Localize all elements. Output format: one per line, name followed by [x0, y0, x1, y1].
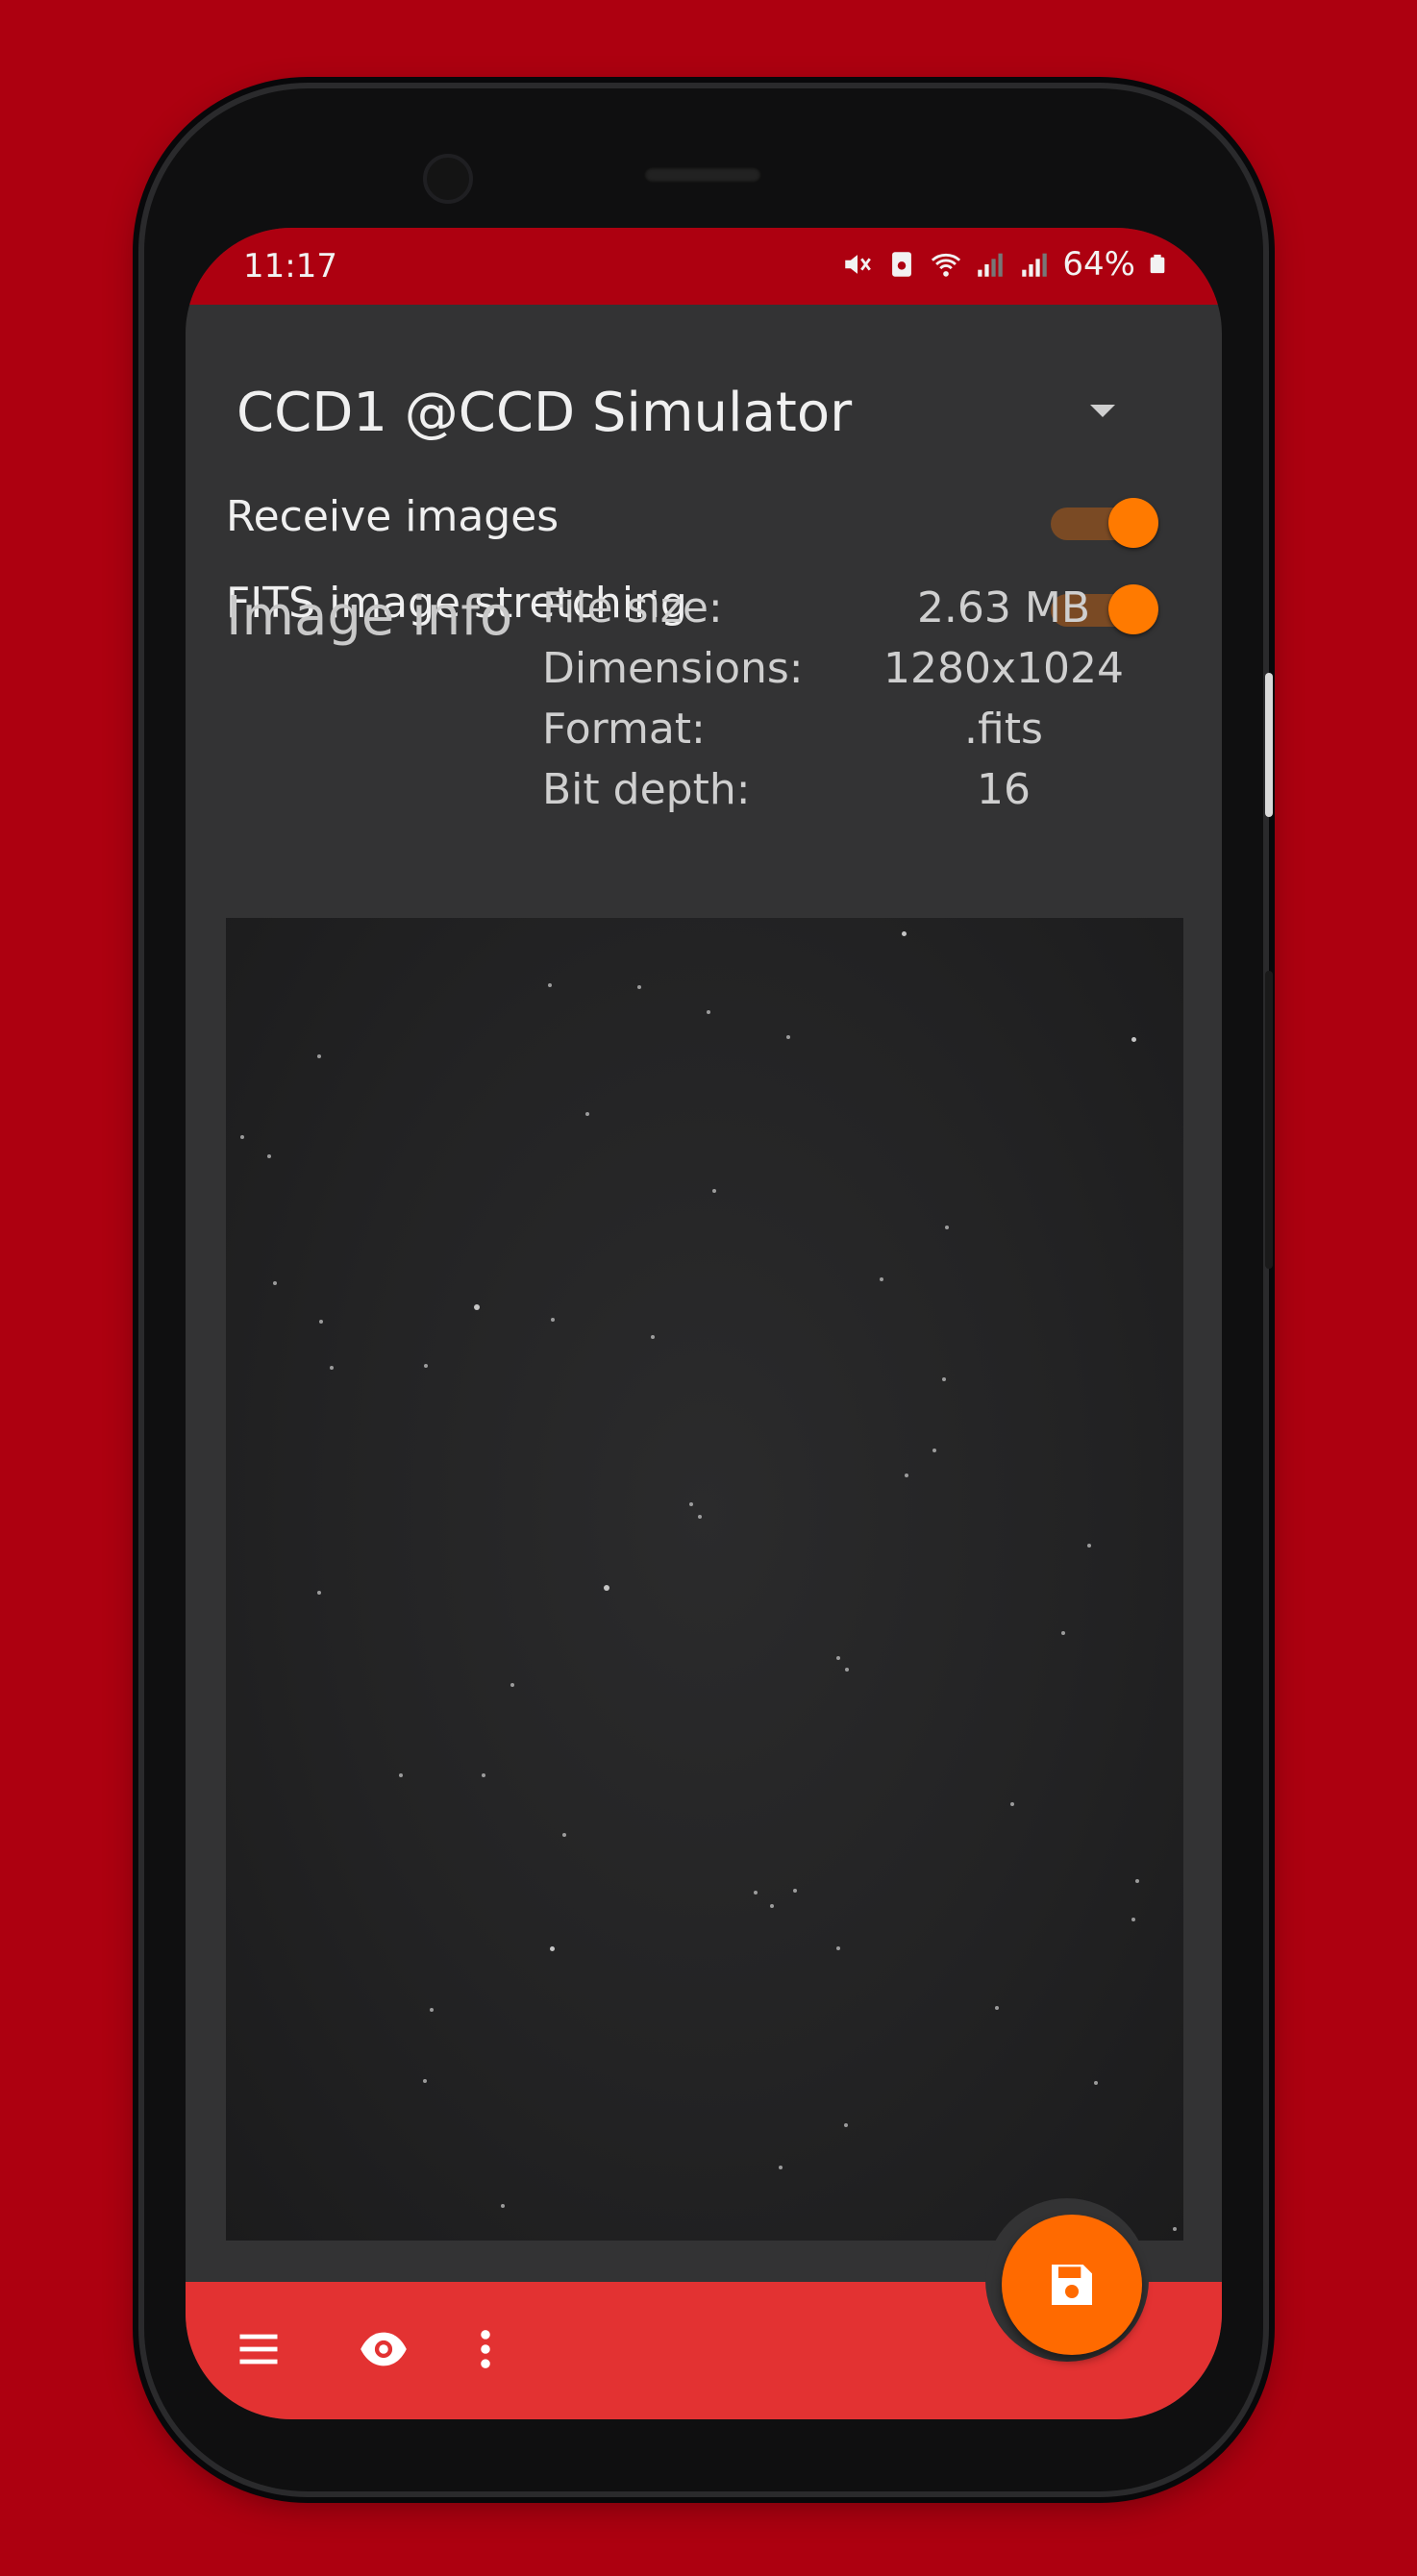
wifi-icon: [932, 253, 961, 277]
star: [1131, 1037, 1136, 1042]
star: [510, 1683, 514, 1687]
star: [240, 1135, 244, 1139]
star: [836, 1946, 840, 1950]
star: [786, 1035, 790, 1039]
star: [474, 1304, 480, 1310]
info-row: Dimensions: 1280x1024: [542, 644, 1157, 705]
image-info-title: Image info: [226, 585, 513, 648]
star: [1010, 1802, 1014, 1806]
star: [501, 2204, 505, 2208]
menu-icon[interactable]: [234, 2324, 284, 2374]
star: [1094, 2081, 1098, 2085]
info-key: Bit depth:: [542, 765, 751, 814]
status-time: 11:17: [243, 247, 337, 285]
info-value: 2.63 MB: [916, 583, 1091, 632]
earpiece: [644, 167, 761, 183]
star: [932, 1449, 936, 1452]
star: [424, 1364, 428, 1368]
signal-icon: [978, 253, 1004, 277]
star: [423, 2079, 427, 2083]
star: [793, 1889, 797, 1893]
battery-percent: 64%: [1062, 245, 1135, 284]
info-value: 1280x1024: [883, 644, 1124, 693]
dropdown-arrow-icon: [1090, 405, 1115, 417]
status-bar: 11:17 64%: [186, 228, 1222, 305]
star: [267, 1154, 271, 1158]
more-vertical-icon[interactable]: [472, 2324, 499, 2374]
info-row: File size: 2.63 MB: [542, 583, 1157, 644]
mute-icon: [845, 255, 872, 274]
star: [482, 1773, 485, 1777]
info-key: Dimensions:: [542, 644, 804, 693]
info-row: Format: .fits: [542, 705, 1157, 765]
battery-saver-icon: [892, 252, 912, 277]
star: [880, 1277, 883, 1281]
star: [399, 1773, 403, 1777]
star: [1131, 1918, 1135, 1921]
star: [319, 1320, 323, 1324]
signal-icon: [1022, 253, 1048, 277]
front-camera: [423, 154, 473, 204]
save-image-button[interactable]: [1002, 2215, 1142, 2355]
star: [754, 1891, 758, 1895]
star: [1135, 1879, 1139, 1883]
info-key: Format:: [542, 705, 706, 754]
star: [1061, 1631, 1065, 1635]
eye-icon[interactable]: [355, 2324, 412, 2374]
star: [562, 1833, 566, 1837]
star: [551, 1318, 555, 1322]
star: [844, 2123, 848, 2127]
star: [430, 2008, 434, 2012]
star: [698, 1515, 702, 1519]
star: [637, 985, 641, 989]
star: [902, 931, 907, 936]
star: [317, 1054, 321, 1058]
star: [770, 1904, 774, 1908]
star: [945, 1226, 949, 1229]
star: [779, 2166, 783, 2169]
info-row: Bit depth: 16: [542, 765, 1157, 826]
screen: 11:17 64% CCD1 @CCD Simulator Receive im…: [186, 228, 1222, 2419]
star: [585, 1112, 589, 1116]
image-info-table: File size: 2.63 MB Dimensions: 1280x1024…: [542, 583, 1157, 826]
ccd-image-preview[interactable]: [226, 918, 1183, 2241]
star: [942, 1377, 946, 1381]
star: [845, 1668, 849, 1672]
star: [1087, 1544, 1091, 1548]
star: [995, 2006, 999, 2010]
star: [905, 1474, 908, 1477]
star: [707, 1010, 710, 1014]
star: [548, 983, 552, 987]
star: [1173, 2227, 1177, 2231]
star: [550, 1946, 555, 1951]
save-icon: [1052, 2265, 1092, 2305]
receive-images-row: Receive images: [226, 483, 1168, 550]
info-value: 16: [977, 765, 1031, 814]
phone-side-button: [1265, 673, 1273, 817]
switch-thumb: [1108, 498, 1158, 548]
star: [836, 1656, 840, 1660]
device-selector-value: CCD1 @CCD Simulator: [236, 382, 853, 444]
star: [712, 1189, 716, 1193]
star: [317, 1591, 321, 1595]
star: [330, 1366, 334, 1370]
receive-images-label: Receive images: [226, 492, 559, 541]
star: [273, 1281, 277, 1285]
phone-side-button: [1265, 971, 1273, 1269]
receive-images-switch[interactable]: [1045, 496, 1158, 548]
battery-icon: [1150, 254, 1165, 274]
star: [604, 1585, 609, 1591]
device-selector[interactable]: CCD1 @CCD Simulator: [236, 370, 1159, 447]
info-key: File size:: [542, 583, 723, 632]
info-value: .fits: [964, 705, 1043, 754]
star: [651, 1335, 655, 1339]
star: [689, 1502, 693, 1506]
